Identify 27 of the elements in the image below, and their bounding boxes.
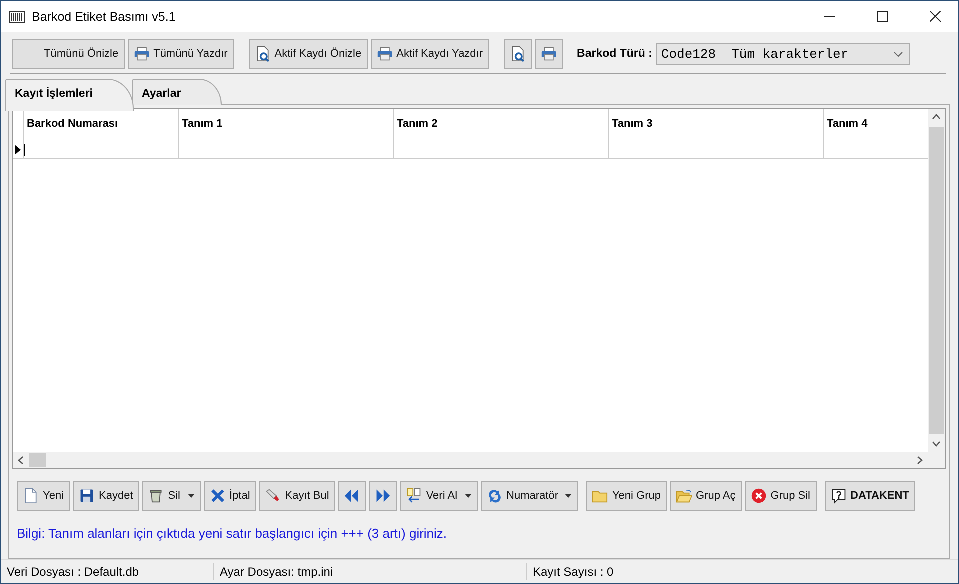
column-header[interactable]: Tanım 2 <box>394 109 609 158</box>
toolbar-button[interactable]: Grup Aç <box>670 481 742 511</box>
status-text: Kayıt Sayısı : 0 <box>532 564 615 578</box>
tab[interactable]: Kayıt İşlemleri <box>5 79 134 111</box>
toolbar-button[interactable]: Aktif Kaydı Önizle <box>248 39 368 69</box>
barcode-type-dropdown[interactable]: Code128 Tüm karakterler <box>656 43 910 65</box>
status-text: Ayar Dosyası: tmp.ini <box>219 564 334 578</box>
barcode-type-label: Barkod Türü : <box>577 48 652 60</box>
toolbar-button[interactable]: Veri Al <box>400 481 478 511</box>
toolbar-button[interactable]: Tümünü Yazdır <box>128 39 234 69</box>
toolbar-button[interactable]: Yeni Grup <box>586 481 668 511</box>
toolbar-button[interactable]: Tümünü Önizle <box>12 39 125 69</box>
column-header[interactable]: Tanım 1 <box>179 109 394 158</box>
toolbar-button[interactable]: İptal <box>204 481 256 511</box>
status-text: Veri Dosyası : Default.db <box>6 564 140 578</box>
info-text: Bilgi: Tanım alanları için çıktıda yeni satır başlangıcı için +++ (3 artı) giriniz. <box>17 526 448 541</box>
tab[interactable]: Ayarlar <box>132 79 222 105</box>
toolbar-button[interactable]: Kaydet <box>73 481 140 511</box>
toolbar-button[interactable]: Grup Sil <box>744 481 817 511</box>
toolbar-button[interactable]: Kayıt Bul <box>259 481 336 511</box>
toolbar-button[interactable]: Aktif Kaydı Yazdır <box>370 39 490 69</box>
toolbar-button[interactable]: DATAKENT <box>824 481 916 511</box>
column-header[interactable]: Tanım 3 <box>609 109 824 158</box>
window-title: Barkod Etiket Basımı v5.1 <box>32 10 177 24</box>
toolbar-button[interactable]: Sil <box>142 481 200 511</box>
toolbar-button[interactable]: Numaratör <box>480 481 578 511</box>
toolbar-button[interactable]: Yeni <box>17 481 70 511</box>
